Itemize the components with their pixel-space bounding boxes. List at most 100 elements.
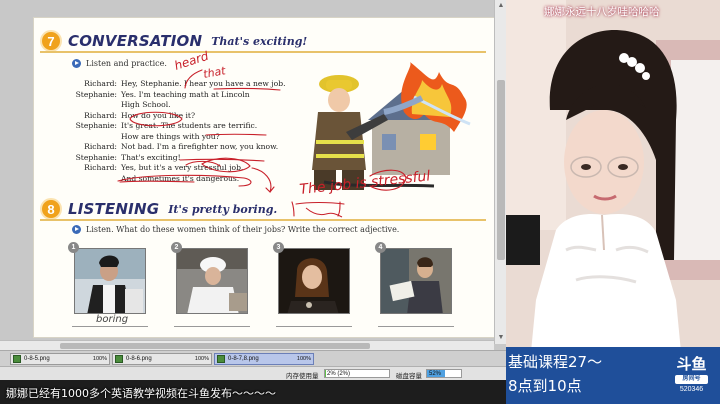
section-8-instruction: Listen. What do these women think of the… [72, 225, 399, 234]
section-8-rule [40, 219, 486, 221]
scroll-up-icon[interactable]: ▲ [497, 2, 505, 10]
horizontal-scrollbar[interactable] [0, 340, 494, 350]
photo-number: 2 [171, 242, 182, 253]
photo-3 [278, 248, 350, 314]
dialog-text: Yes. I'm teaching math at Lincoln [121, 89, 250, 99]
promo-course-title: 基础课程27～ [508, 353, 603, 371]
dialog-line: Richard: Yes, but it's a very stressful j… [40, 163, 310, 174]
status-bar: 内存使用量 2% (2%) 磁盘容量 52% [0, 366, 506, 380]
douyu-logo-text: 斗鱼 [676, 355, 707, 373]
image-file-icon [13, 355, 21, 363]
section-7-instruction-text: Listen and practice. [86, 59, 167, 68]
webcam-video [506, 0, 720, 404]
dialog-text: It's great. The students are terrific. [121, 121, 258, 130]
audio-icon [72, 59, 81, 68]
vertical-scrollbar[interactable]: ▲ ▼ [494, 0, 506, 344]
webcam-panel: 娜娜永远十八岁哇哈哈哈 基础课程27～ 8点到10点 斗鱼 房间号 520346 [506, 0, 720, 404]
section-7-rule [40, 51, 486, 53]
thumbnail-zoom: 100% [92, 356, 107, 362]
room-number: 520346 [679, 386, 704, 393]
scroll-down-icon[interactable]: ▼ [497, 334, 505, 342]
dialog-text: How do you like it? [121, 110, 196, 120]
answer-line [72, 326, 148, 327]
memory-meter: 2% (2%) [324, 369, 390, 378]
dialog-speaker: Richard: [84, 163, 117, 172]
dialog-speaker: Stephanie: [75, 152, 117, 162]
textbook-page: 7 CONVERSATION That's exciting! Listen a… [33, 17, 495, 338]
dialog-line: Stephanie: That's exciting! [40, 153, 310, 164]
image-file-icon [115, 355, 123, 363]
disk-value: 52% [429, 371, 442, 377]
dialog-speaker: Richard: [84, 110, 117, 120]
section-8-subtitle: It's pretty boring. [168, 202, 278, 216]
section-7-subtitle: That's exciting! [211, 34, 308, 48]
photo-number: 3 [273, 242, 284, 253]
dialog-speaker: Stephanie: [75, 89, 117, 99]
section-7-title: CONVERSATION [68, 32, 203, 50]
promo-schedule: 8点到10点 [508, 377, 582, 395]
disk-meter: 52% [426, 369, 462, 378]
photo-number: 4 [375, 242, 386, 253]
vertical-scroll-thumb[interactable] [497, 80, 505, 260]
section-7-header: 7 CONVERSATION That's exciting! [40, 30, 307, 52]
answer-line [378, 326, 454, 327]
thumbnail-item[interactable]: 0-8-5.png 100% [10, 353, 110, 365]
section-7-number: 7 [40, 30, 62, 52]
section-7-instruction: Listen and practice. [72, 59, 167, 68]
dialog-speaker: Richard: [84, 79, 117, 88]
room-number-badge: 房间号 [675, 375, 708, 384]
thumbnail-name: 0-8-6.png [126, 356, 152, 362]
dialog-speaker [40, 174, 121, 185]
answer-1-text: boring [96, 314, 129, 325]
dialog-line: How are things with you? [40, 132, 310, 143]
dialog-text: How are things with you? [121, 131, 220, 141]
screen: 7 CONVERSATION That's exciting! Listen a… [0, 0, 720, 404]
image-viewer: 7 CONVERSATION That's exciting! Listen a… [0, 0, 506, 380]
danmaku-comment: 娜娜已经有1000多个英语教学视频在斗鱼发布～～～～ [6, 387, 276, 400]
photo-number: 1 [68, 242, 79, 253]
section-8-number: 8 [40, 198, 62, 220]
section-8-title: LISTENING [68, 200, 160, 218]
dialog-line: Richard: How do you like it? [40, 111, 310, 122]
dialog-speaker [40, 100, 121, 111]
dialog-text: Hey, Stephanie. I hear you have a new jo… [121, 79, 286, 88]
file-thumbnail-strip: 0-8-5.png 100% 0-8-6.png 100% 0-8-7,8.pn… [0, 350, 506, 366]
memory-label: 内存使用量 [286, 373, 319, 380]
thumbnail-zoom: 100% [194, 356, 209, 362]
thumbnail-name: 0-8-5.png [24, 356, 50, 362]
dialog-text: Not bad. I'm a firefighter now, you know… [121, 142, 279, 151]
photo-1 [74, 248, 146, 314]
answer-line [174, 326, 250, 327]
dialog-line: Stephanie: It's great. The students are t… [40, 121, 310, 132]
photo-4 [380, 248, 452, 314]
dialog-line: Richard: Hey, Stephanie. I hear you have … [40, 79, 310, 90]
dialog-line: Richard: Not bad. I'm a firefighter now, … [40, 142, 310, 153]
audio-icon [72, 225, 81, 234]
dialog-speaker [40, 132, 121, 143]
dialog-speaker: Stephanie: [75, 121, 117, 130]
conversation-dialog: Richard: Hey, Stephanie. I hear you have … [40, 79, 310, 184]
dialog-line: High School. [40, 100, 310, 111]
horizontal-scroll-thumb[interactable] [60, 343, 370, 349]
dialog-speaker: Richard: [84, 142, 117, 151]
dialog-line: Stephanie: Yes. I'm teaching math at Linc… [40, 90, 310, 101]
firefighter-illustration [312, 62, 471, 190]
stream-top-caption: 娜娜永远十八岁哇哈哈哈 [544, 6, 660, 18]
thumbnail-item[interactable]: 0-8-6.png 100% [112, 353, 212, 365]
thumbnail-name: 0-8-7,8.png [228, 356, 259, 362]
dialog-text: And sometimes it's dangerous. [121, 173, 240, 183]
section-8-header: 8 LISTENING It's pretty boring. [40, 198, 277, 220]
dialog-text: That's exciting! [121, 152, 181, 162]
douyu-logo: 斗鱼 房间号 520346 [669, 353, 714, 398]
dialog-line: And sometimes it's dangerous. [40, 174, 310, 185]
disk-label: 磁盘容量 [396, 373, 422, 380]
memory-value: 2% (2%) [327, 371, 351, 377]
section-8-instruction-text: Listen. What do these women think of the… [86, 225, 400, 234]
answer-line [276, 326, 352, 327]
listening-photos: 1 2 3 4 boring [68, 242, 490, 332]
dialog-text: High School. [121, 100, 171, 109]
image-file-icon [217, 355, 225, 363]
thumbnail-item-active[interactable]: 0-8-7,8.png 100% [214, 353, 314, 365]
photo-2 [176, 248, 248, 314]
promo-banner: 基础课程27～ 8点到10点 斗鱼 房间号 520346 [506, 347, 720, 404]
